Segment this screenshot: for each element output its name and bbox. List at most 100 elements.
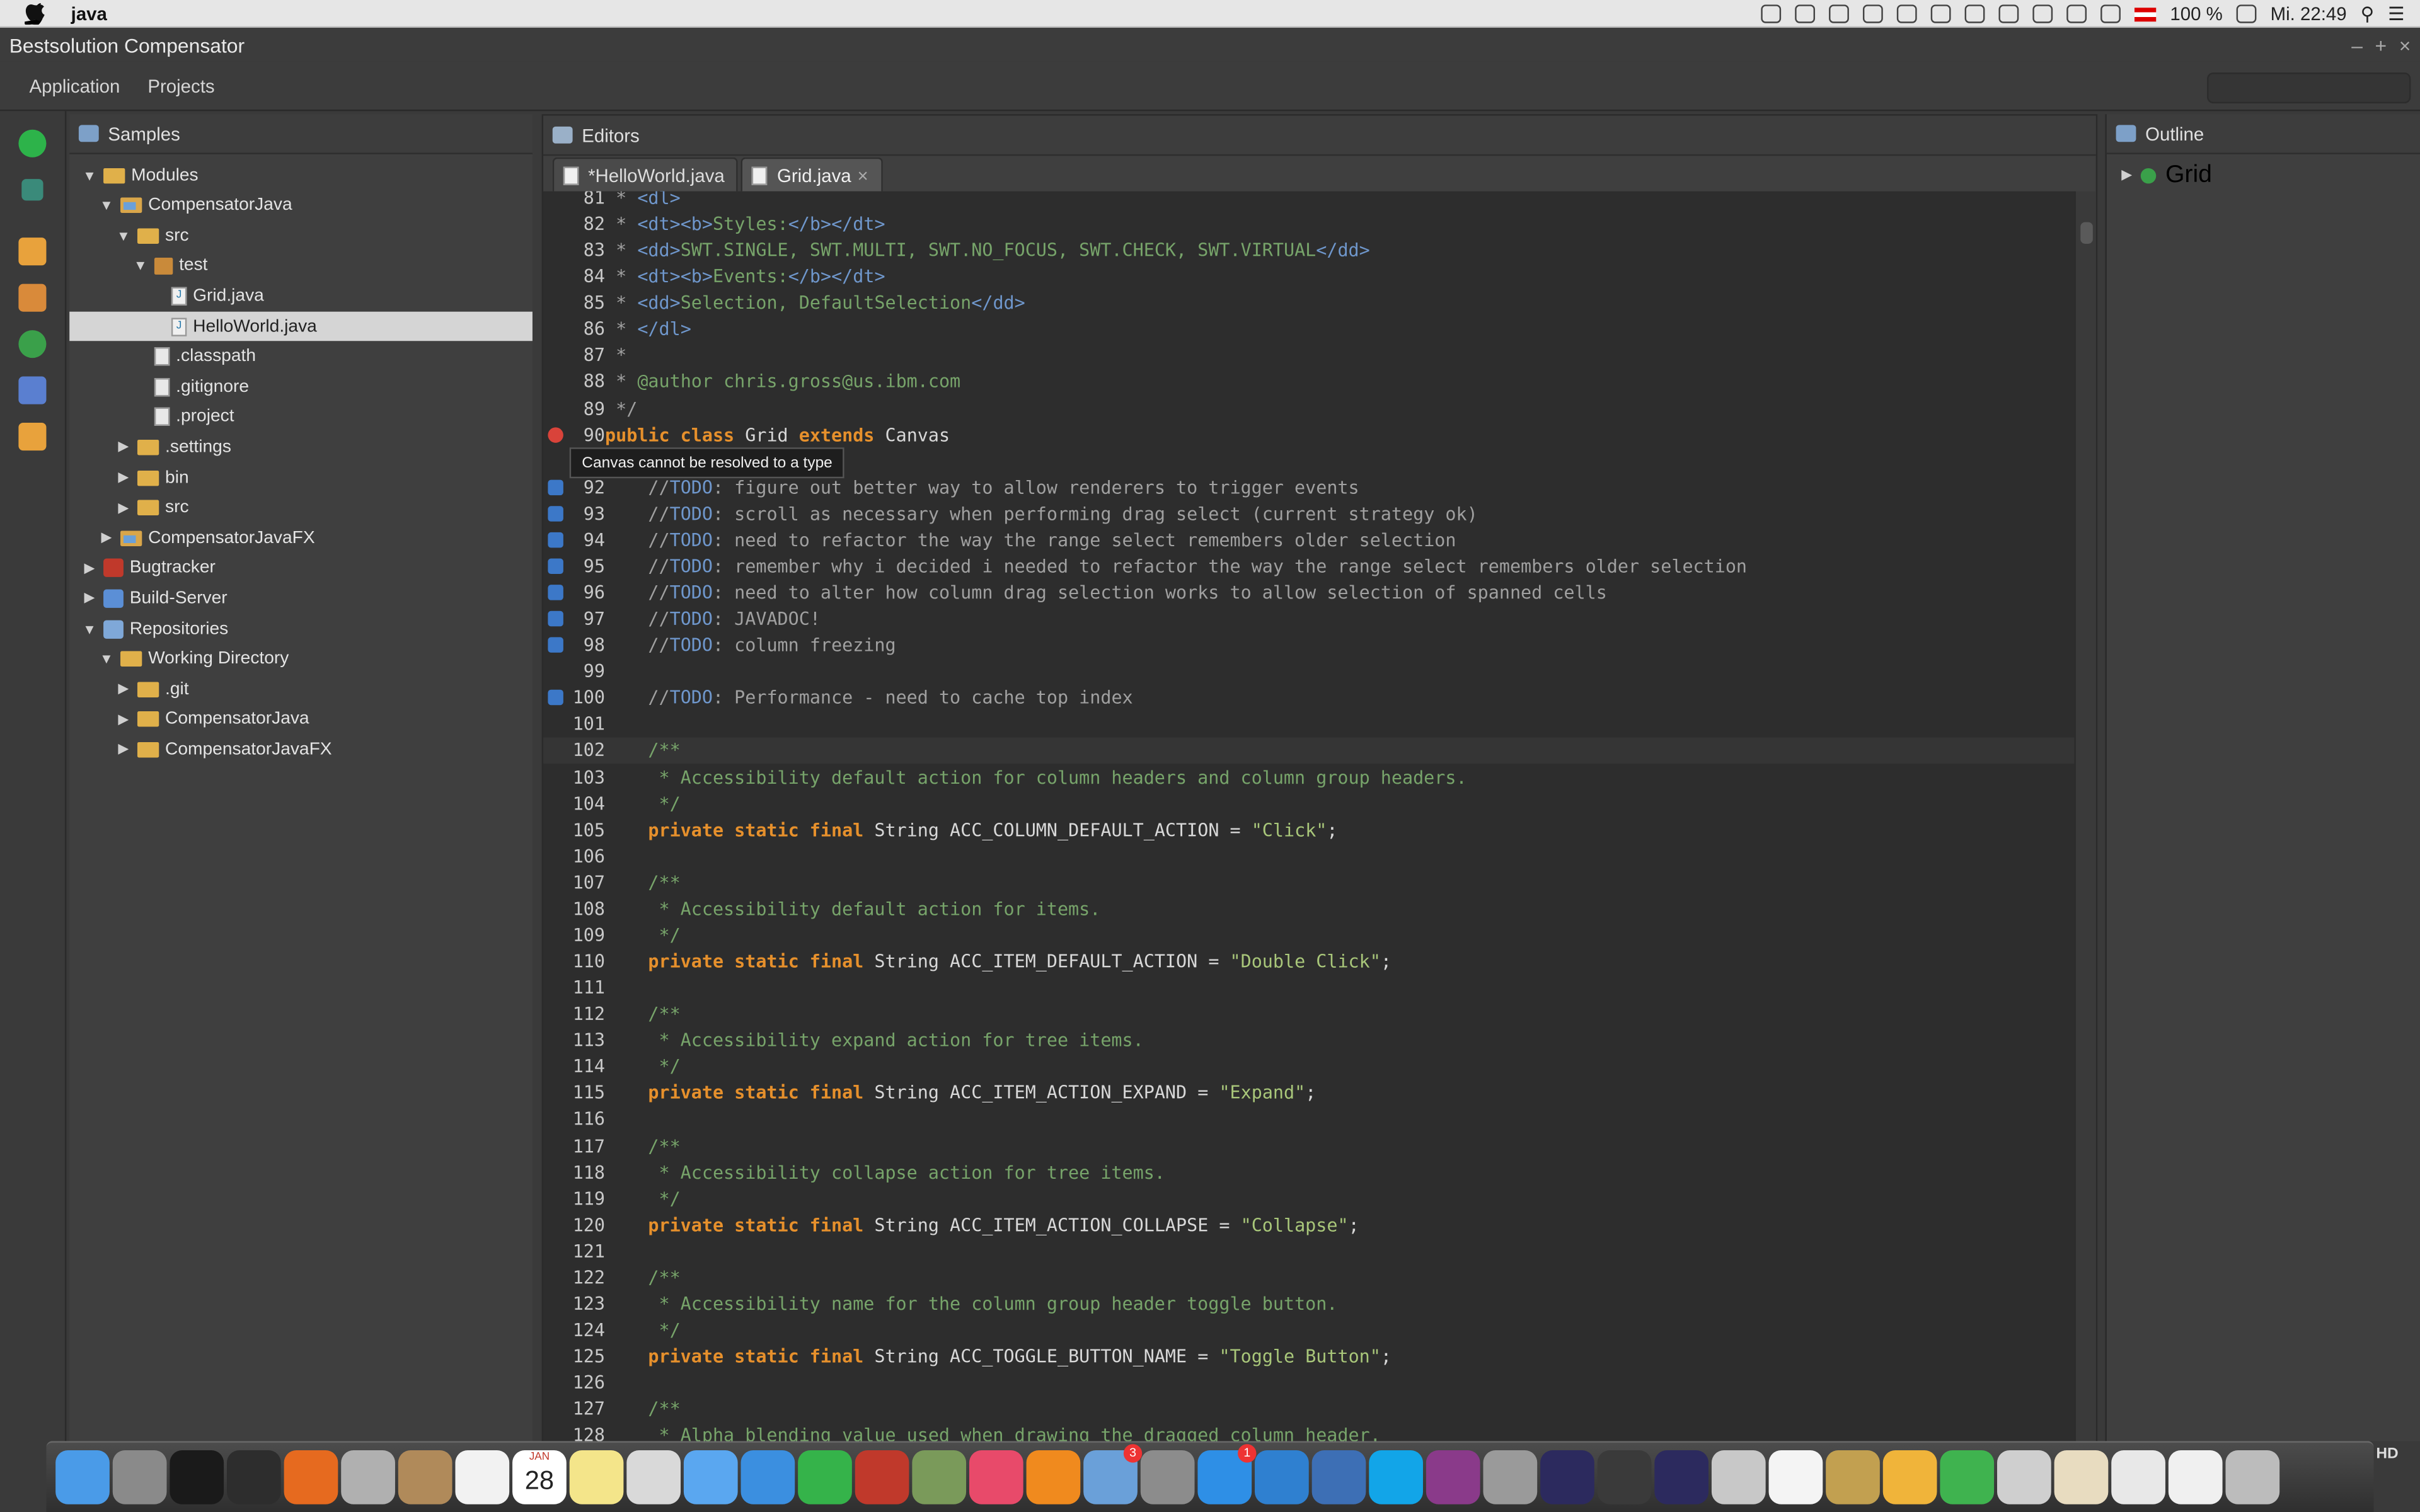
- code-line[interactable]: 90 public class Grid extends Canvas: [543, 422, 2074, 449]
- scrollbar-thumb[interactable]: [2080, 222, 2093, 244]
- tab-close-icon[interactable]: ×: [857, 164, 868, 186]
- status-icon[interactable]: [1863, 4, 1883, 23]
- settings-icon[interactable]: [18, 423, 47, 451]
- code-line[interactable]: 113 * Accessibility expand action for tr…: [543, 1028, 2074, 1055]
- vmware-icon[interactable]: [1311, 1450, 1366, 1504]
- poser-icon[interactable]: [1426, 1450, 1480, 1504]
- code-line[interactable]: 85 * <dd>Selection, DefaultSelection</dd…: [543, 290, 2074, 317]
- status-icon[interactable]: [1896, 4, 1917, 23]
- airplay-icon[interactable]: [1964, 4, 1985, 23]
- launchpad-icon[interactable]: [112, 1450, 167, 1504]
- cloud-sync-icon[interactable]: [1882, 1450, 1937, 1504]
- system-preferences-icon[interactable]: [1140, 1450, 1195, 1504]
- collapse-arrow-icon[interactable]: ▼: [99, 651, 114, 667]
- tree-item[interactable]: ▼ Repositories: [69, 614, 533, 644]
- tree-item[interactable]: ▶ CompensatorJavaFX: [69, 524, 533, 553]
- mindmap-icon[interactable]: [1940, 1450, 1995, 1504]
- status-icon[interactable]: [1829, 4, 1850, 23]
- coffee-icon[interactable]: [1997, 1450, 2051, 1504]
- tree-item[interactable]: ▶ bin: [69, 463, 533, 493]
- tree-item[interactable]: ▶ src: [69, 493, 533, 523]
- outline-item-grid[interactable]: ▶ Grid: [2119, 161, 2212, 190]
- code-line[interactable]: 108 * Accessibility default action for i…: [543, 896, 2074, 923]
- expand-arrow-icon[interactable]: ▶: [2119, 166, 2134, 183]
- code-line[interactable]: 114 */: [543, 1054, 2074, 1080]
- code-line[interactable]: 104 */: [543, 791, 2074, 817]
- keys-icon[interactable]: [1826, 1450, 1880, 1504]
- code-line[interactable]: 111: [543, 975, 2074, 1002]
- code-line[interactable]: 117 /**: [543, 1133, 2074, 1160]
- code-line[interactable]: 118 * Accessibility collapse action for …: [543, 1160, 2074, 1186]
- task-marker-icon[interactable]: [548, 532, 563, 548]
- collapse-arrow-icon[interactable]: ▼: [116, 228, 131, 243]
- tree-item[interactable]: ▶ CompensatorJavaFX: [69, 735, 533, 765]
- run-icon[interactable]: [18, 129, 47, 158]
- code-line[interactable]: 124 */: [543, 1317, 2074, 1344]
- itunes-icon[interactable]: [969, 1450, 1023, 1504]
- time-machine-icon[interactable]: [1998, 4, 2019, 23]
- code-line[interactable]: 115 private static final String ACC_ITEM…: [543, 1080, 2074, 1107]
- tab-grid[interactable]: Grid.java ×: [741, 157, 882, 192]
- code-line[interactable]: 81 * <dl>: [543, 192, 2074, 212]
- code-line[interactable]: 101: [543, 712, 2074, 738]
- tab-helloworld[interactable]: *HelloWorld.java: [552, 157, 739, 192]
- code-line[interactable]: 106: [543, 844, 2074, 870]
- eclipse-luna-icon[interactable]: [1654, 1450, 1709, 1504]
- code-line[interactable]: 123 * Accessibility name for the column …: [543, 1292, 2074, 1318]
- tree-item[interactable]: J HelloWorld.java: [69, 311, 533, 341]
- tree-item[interactable]: .project: [69, 403, 533, 432]
- code-line[interactable]: 107 /**: [543, 870, 2074, 896]
- code-line[interactable]: 122 /**: [543, 1265, 2074, 1292]
- modules-icon[interactable]: [18, 284, 47, 312]
- expand-arrow-icon[interactable]: ▶: [116, 469, 131, 486]
- status-icon[interactable]: [1930, 4, 1951, 23]
- code-line[interactable]: 98 //TODO: column freezing: [543, 633, 2074, 660]
- tree-item[interactable]: .classpath: [69, 342, 533, 372]
- photos-icon[interactable]: [912, 1450, 967, 1504]
- notes-icon[interactable]: [569, 1450, 624, 1504]
- battery-icon[interactable]: [2236, 4, 2257, 23]
- scissors-tool-icon[interactable]: [341, 1450, 395, 1504]
- tree-item[interactable]: ▼ CompensatorJava: [69, 191, 533, 220]
- tree-item[interactable]: .gitignore: [69, 372, 533, 402]
- tree-item[interactable]: ▶ Bugtracker: [69, 554, 533, 583]
- tree-item[interactable]: J Grid.java: [69, 282, 533, 311]
- code-line[interactable]: 109 */: [543, 922, 2074, 949]
- code-line[interactable]: 82 * <dt><b>Styles:</b></dt>: [543, 212, 2074, 238]
- spotlight-search-icon[interactable]: ⚲: [2361, 3, 2375, 25]
- xcode-icon[interactable]: [1597, 1450, 1652, 1504]
- maximize-button[interactable]: +: [2375, 33, 2387, 57]
- expand-arrow-icon[interactable]: ▶: [116, 680, 131, 697]
- messages-icon[interactable]: [683, 1450, 738, 1504]
- code-line[interactable]: 110 private static final String ACC_ITEM…: [543, 949, 2074, 975]
- photo-booth-icon[interactable]: [855, 1450, 909, 1504]
- expand-arrow-icon[interactable]: ▶: [82, 590, 97, 607]
- menu-application[interactable]: Application: [30, 75, 120, 96]
- input-source-flag-icon[interactable]: [2135, 7, 2157, 21]
- code-line[interactable]: 128 * Alpha blending value used when dra…: [543, 1423, 2074, 1443]
- bluetooth-icon[interactable]: [2032, 4, 2053, 23]
- code-line[interactable]: 93 //TODO: scroll as necessary when perf…: [543, 501, 2074, 528]
- code-line[interactable]: 96 //TODO: need to alter how column drag…: [543, 580, 2074, 607]
- code-line[interactable]: 94 //TODO: need to refactor the way the …: [543, 527, 2074, 554]
- code-line[interactable]: 83 * <dd>SWT.SINGLE, SWT.MULTI, SWT.NO_F…: [543, 238, 2074, 264]
- code-line[interactable]: 97 //TODO: JAVADOC!: [543, 607, 2074, 633]
- expand-arrow-icon[interactable]: ▶: [82, 559, 97, 576]
- task-marker-icon[interactable]: [548, 690, 563, 706]
- collapse-arrow-icon[interactable]: ▼: [82, 621, 97, 636]
- calendar-icon[interactable]: 28 JAN: [512, 1450, 567, 1504]
- task-marker-icon[interactable]: [548, 505, 563, 522]
- mail-stamp-icon[interactable]: 3: [1083, 1444, 1143, 1504]
- collapse-arrow-icon[interactable]: ▼: [133, 258, 148, 273]
- editor-scrollbar[interactable]: [2074, 191, 2096, 1443]
- certificate-icon[interactable]: [2054, 1450, 2109, 1504]
- expand-arrow-icon[interactable]: ▶: [116, 711, 131, 728]
- active-app-name[interactable]: java: [71, 3, 107, 24]
- code-line[interactable]: 88 * @author chris.gross@us.ibm.com: [543, 369, 2074, 396]
- code-line[interactable]: 89 */: [543, 396, 2074, 422]
- eclipse-icon[interactable]: [1540, 1450, 1594, 1504]
- document-icon[interactable]: [1768, 1450, 1823, 1504]
- notification-center-icon[interactable]: ☰: [2388, 3, 2404, 25]
- keychain-icon[interactable]: [1483, 1450, 1538, 1504]
- expand-arrow-icon[interactable]: ▶: [99, 529, 114, 546]
